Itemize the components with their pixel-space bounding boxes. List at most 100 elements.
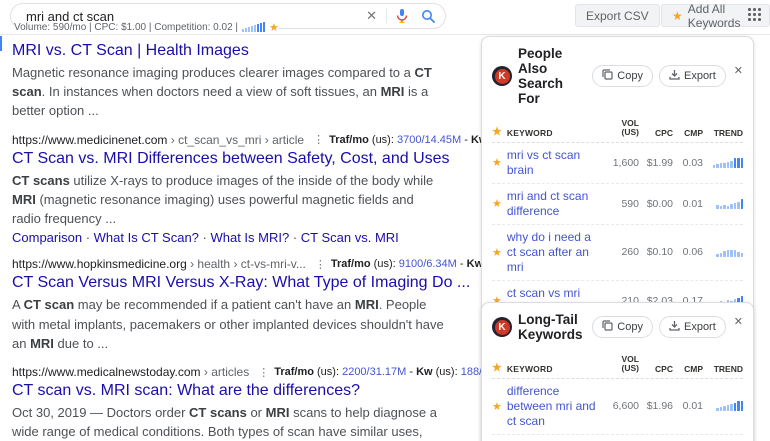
keywords-everywhere-logo-icon: K xyxy=(492,66,512,86)
result-description: Magnetic resonance imaging produces clea… xyxy=(12,63,444,121)
more-vert-icon[interactable]: ⋮ xyxy=(249,366,274,379)
search-result: MRI vs. CT Scan | Health Images Magnetic … xyxy=(12,40,474,121)
traf-label: Traf/mo xyxy=(329,134,372,146)
desc-bold: MRI xyxy=(266,405,290,420)
cmp-value: 0.01 xyxy=(673,400,703,412)
keyword-link[interactable]: difference between mri and ct scan xyxy=(507,384,607,429)
cmp-column-header: CMP xyxy=(673,128,703,138)
export-csv-button[interactable]: Export CSV xyxy=(575,4,660,27)
desc-bold: MRI xyxy=(381,84,405,99)
result-description: A CT scan may be recommended if a patien… xyxy=(12,295,444,353)
search-result: https://www.medicinenet.com › ct_scan_vs… xyxy=(12,133,474,246)
cpc-value: $0.00 xyxy=(639,198,673,210)
trend-sparkline-icon[interactable] xyxy=(716,401,743,411)
keyword-link[interactable]: mri and ct scan difference xyxy=(507,189,607,219)
table-header: ★KEYWORDVOL(US)CPCCMPTREND xyxy=(492,355,743,379)
trend-column-header: TREND xyxy=(703,128,743,138)
close-icon[interactable]: ✕ xyxy=(734,315,743,328)
export-csv-label: Export CSV xyxy=(586,9,649,23)
trend-sparkline-icon[interactable] xyxy=(716,247,743,257)
keyword-row: ★why do i need a ct scan after an mri260… xyxy=(492,225,743,281)
close-icon[interactable]: ✕ xyxy=(734,64,743,77)
keyword-column-header: KEYWORD xyxy=(507,128,607,138)
panel-header: K People Also Search For Copy Export ✕ xyxy=(492,46,743,106)
keyword-column-header: KEYWORD xyxy=(507,364,607,374)
result-url[interactable]: https://www.hopkinsmedicine.org › health… xyxy=(12,257,306,271)
dash: - xyxy=(461,134,471,146)
cmp-column-header: CMP xyxy=(673,364,703,374)
header-star-icon[interactable]: ★ xyxy=(492,125,502,138)
copy-button[interactable]: Copy xyxy=(592,65,653,87)
mic-icon[interactable] xyxy=(387,9,417,23)
traffic-value: 9100/6.34M xyxy=(399,258,457,270)
copy-label: Copy xyxy=(617,70,643,82)
result-header: https://www.medicinenet.com › ct_scan_vs… xyxy=(12,133,474,147)
result-title[interactable]: CT Scan vs. MRI Differences between Safe… xyxy=(12,149,450,169)
export-icon xyxy=(669,320,680,334)
vol-line2: (US) xyxy=(607,128,639,137)
trend-sparkline-icon[interactable] xyxy=(713,158,744,168)
cpc-column-header: CPC xyxy=(639,364,673,374)
desc-bold: CT scans xyxy=(12,173,70,188)
clear-search-icon[interactable]: ✕ xyxy=(357,8,386,24)
copy-icon xyxy=(602,320,613,334)
sitelink-separator: · xyxy=(289,230,301,245)
keyword-row: ★mri and ct scan difference590$0.000.01 xyxy=(492,184,743,225)
sitelink[interactable]: CT Scan vs. MRI xyxy=(301,230,399,245)
us-label: (us): xyxy=(436,366,461,378)
cmp-value: 0.06 xyxy=(673,246,703,258)
more-vert-icon[interactable]: ⋮ xyxy=(304,133,329,146)
export-button[interactable]: Export xyxy=(659,65,726,87)
cmp-value: 0.01 xyxy=(673,198,703,210)
favorite-star-icon[interactable]: ★ xyxy=(269,21,279,34)
keyword-link[interactable]: mri vs ct scan brain xyxy=(507,148,607,178)
result-sitelinks: Comparison · What Is CT Scan? · What Is … xyxy=(12,230,474,245)
header-star-icon[interactable]: ★ xyxy=(492,361,502,374)
dash: - xyxy=(406,366,416,378)
cpc-value: $0.10 xyxy=(639,246,673,258)
desc-text: (magnetic resonance imaging) uses powerf… xyxy=(12,192,414,226)
row-star-icon[interactable]: ★ xyxy=(492,400,502,413)
sitelink[interactable]: Comparison xyxy=(12,230,82,245)
keyword-link[interactable]: why do i need a ct scan after an mri xyxy=(507,230,607,275)
us-label: (us): xyxy=(372,134,397,146)
result-title[interactable]: CT scan vs. MRI scan: What are the diffe… xyxy=(12,381,360,401)
row-star-icon[interactable]: ★ xyxy=(492,246,502,259)
vol-column-header: VOL(US) xyxy=(607,355,639,374)
result-url[interactable]: https://www.medicalnewstoday.com › artic… xyxy=(12,365,249,379)
vol-column-header: VOL(US) xyxy=(607,119,639,138)
trend-sparkline-icon[interactable] xyxy=(242,23,265,32)
more-vert-icon[interactable]: ⋮ xyxy=(306,258,331,271)
row-star-icon[interactable]: ★ xyxy=(492,197,502,210)
traf-label: Traf/mo xyxy=(331,258,374,270)
search-icon[interactable] xyxy=(417,9,435,23)
results-list: MRI vs. CT Scan | Health Images Magnetic … xyxy=(12,40,474,441)
desc-bold: CT scan xyxy=(24,297,75,312)
row-star-icon[interactable]: ★ xyxy=(492,156,502,169)
result-title[interactable]: MRI vs. CT Scan | Health Images xyxy=(12,41,249,61)
result-url[interactable]: https://www.medicinenet.com › ct_scan_vs… xyxy=(12,133,304,147)
result-title[interactable]: CT Scan Versus MRI Versus X-Ray: What Ty… xyxy=(12,273,470,293)
cpc-value: $1.99 xyxy=(639,157,673,169)
sitelink[interactable]: What Is MRI? xyxy=(210,230,289,245)
apps-grid-icon[interactable] xyxy=(748,8,761,21)
copy-icon xyxy=(602,69,613,83)
panel-title: Long-Tail Keywords xyxy=(518,312,586,342)
desc-bold: CT scans xyxy=(189,405,247,420)
desc-text: or xyxy=(247,405,266,420)
copy-button[interactable]: Copy xyxy=(592,316,653,338)
keywords-everywhere-metrics: Traf/mo (us): 2200/31.17M - Kw (us): 188… xyxy=(274,366,512,378)
keyword-stats-bar: Volume: 590/mo | CPC: $1.00 | Competitio… xyxy=(14,21,279,34)
panel-title: People Also Search For xyxy=(518,46,586,106)
desc-text: may be recommended if a patient can't ha… xyxy=(74,297,355,312)
sitelink[interactable]: What Is CT Scan? xyxy=(94,230,199,245)
desc-text: Magnetic resonance imaging produces clea… xyxy=(12,65,415,80)
trend-sparkline-icon[interactable] xyxy=(716,199,743,209)
traffic-value: 3700/14.45M xyxy=(397,134,461,146)
export-button[interactable]: Export xyxy=(659,316,726,338)
desc-bold: MRI xyxy=(30,336,54,351)
desc-text: A xyxy=(12,297,24,312)
cmp-value: 0.03 xyxy=(673,157,703,169)
desc-bold: MRI xyxy=(355,297,379,312)
search-result: https://www.hopkinsmedicine.org › health… xyxy=(12,257,474,353)
